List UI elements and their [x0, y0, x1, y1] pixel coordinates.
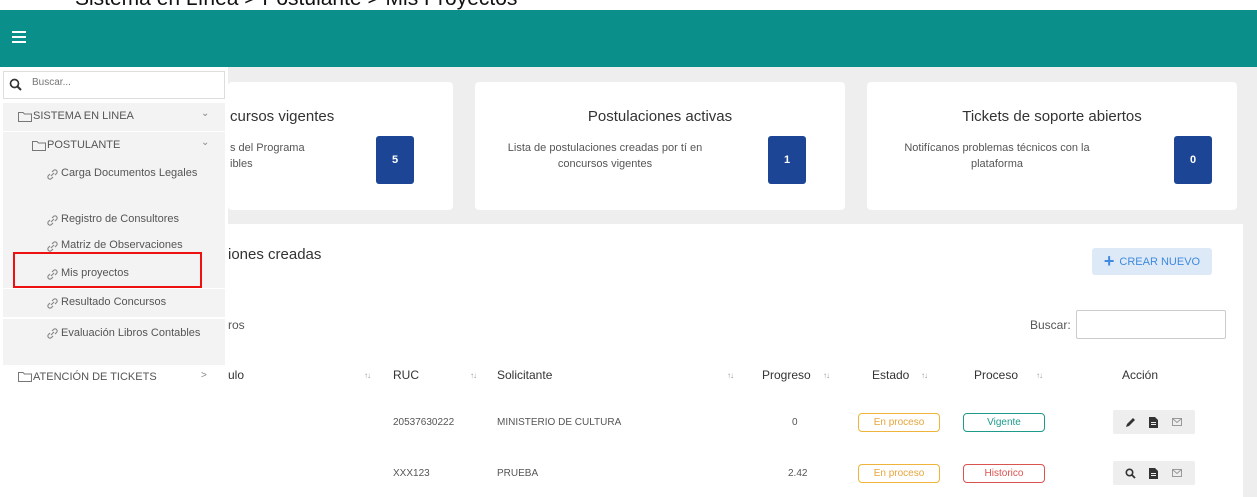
link-icon: [47, 328, 58, 339]
estado-badge: En proceso: [858, 464, 940, 483]
cell-progreso: 0: [792, 417, 798, 428]
folder-icon: [18, 372, 32, 382]
card-title: Postulaciones activas: [587, 108, 733, 125]
row-actions: [1113, 410, 1195, 434]
table-search-label: Buscar:: [1030, 318, 1071, 332]
panel-title: iones creadas: [228, 246, 322, 263]
crear-nuevo-button[interactable]: + CREAR NUEVO: [1092, 248, 1212, 275]
table-search-input[interactable]: [1076, 310, 1226, 339]
proceso-badge: Vigente: [963, 413, 1045, 432]
sidebar-item-registro-consultores[interactable]: Registro de Consultores: [3, 206, 225, 234]
count-badge: 5: [376, 136, 414, 184]
postulaciones-panel: iones creadas + CREAR NUEVO ros Buscar: …: [228, 224, 1243, 497]
column-header-ruc[interactable]: RUC: [393, 368, 419, 382]
sort-icon[interactable]: ↑↓: [921, 371, 928, 380]
sidebar-item-label: Carga Documentos Legales: [61, 167, 198, 179]
row-actions: [1113, 461, 1195, 485]
sort-icon[interactable]: ↑↓: [470, 371, 477, 380]
estado-badge: En proceso: [858, 413, 940, 432]
sidebar-section-sistema-en-linea[interactable]: SISTEMA EN LINEA ⌄: [3, 103, 225, 131]
sidebar-item-resultado-concursos[interactable]: Resultado Concursos: [3, 289, 225, 317]
cell-progreso: 2.42: [788, 468, 808, 479]
sidebar-section-label: SISTEMA EN LINEA: [33, 110, 134, 122]
card-concursos-vigentes: cursos vigentes s del Programa ibles 5: [228, 82, 453, 210]
chevron-down-icon: ⌄: [201, 137, 210, 148]
sidebar-item-evaluacion-libros[interactable]: Evaluación Libros Contables: [3, 319, 225, 365]
search-icon: [9, 78, 22, 91]
sidebar-item-label: Registro de Consultores: [61, 213, 180, 225]
top-bar: [0, 10, 1257, 67]
mail-icon[interactable]: [1170, 415, 1184, 429]
card-postulaciones-activas: Postulaciones activas Lista de postulaci…: [475, 82, 845, 210]
highlight-annotation: [13, 252, 202, 288]
column-header-estado[interactable]: Estado: [872, 368, 909, 382]
registros-label: ros: [228, 318, 245, 332]
card-description: Lista de postulaciones creadas por tí en…: [507, 142, 703, 170]
search-icon[interactable]: [1124, 466, 1138, 480]
card-description: Notifícanos problemas técnicos con la pl…: [904, 142, 1090, 170]
breadcrumb: Sistema en Línea > Postulante > Mis Proy…: [75, 0, 517, 10]
card-description: s del Programa ibles: [230, 142, 305, 170]
sidebar-item-label: Evaluación Libros Contables: [61, 327, 201, 339]
cell-ruc: 20537630222: [393, 417, 455, 428]
card-title: Tickets de soporte abiertos: [962, 108, 1142, 125]
sidebar: SISTEMA EN LINEA ⌄ POSTULANTE ⌄ Carga Do…: [0, 67, 228, 497]
document-icon[interactable]: [1147, 415, 1161, 429]
card-tickets-soporte: Tickets de soporte abiertos Notifícanos …: [867, 82, 1237, 210]
sidebar-section-postulante[interactable]: POSTULANTE ⌄: [3, 132, 225, 160]
column-header-accion: Acción: [1122, 368, 1159, 382]
sort-icon[interactable]: ↑↓: [1036, 371, 1043, 380]
column-header-progreso[interactable]: Progreso: [762, 368, 811, 382]
cell-ruc: XXX123: [393, 468, 430, 479]
count-badge: 0: [1174, 136, 1212, 184]
breadcrumb-caption: Sistema en Línea > Postulante > Mis Proy…: [0, 0, 1257, 10]
document-icon[interactable]: [1147, 466, 1161, 480]
link-icon: [47, 298, 58, 309]
folder-icon: [18, 112, 32, 122]
sidebar-item-label: Matriz de Observaciones: [61, 239, 183, 251]
column-header-titulo[interactable]: ulo: [228, 368, 244, 382]
count-badge: 1: [768, 136, 806, 184]
hamburger-icon[interactable]: [12, 31, 26, 45]
link-icon: [47, 169, 58, 180]
proceso-badge: Historico: [963, 464, 1045, 483]
sidebar-section-label: POSTULANTE: [47, 139, 121, 151]
sidebar-section-label: ATENCIÓN DE TICKETS: [33, 371, 157, 383]
chevron-down-icon: ⌄: [201, 108, 210, 119]
cell-solicitante: PRUEBA: [497, 468, 539, 479]
sort-icon[interactable]: ↑↓: [823, 371, 830, 380]
sidebar-search-input[interactable]: [32, 77, 212, 88]
sort-icon[interactable]: ↑↓: [364, 371, 371, 380]
plus-icon: +: [1103, 251, 1115, 271]
sidebar-section-atencion-tickets[interactable]: ATENCIÓN DE TICKETS >: [3, 363, 225, 391]
chevron-right-icon: >: [201, 370, 207, 381]
link-icon: [47, 215, 58, 226]
sidebar-search[interactable]: [3, 71, 225, 99]
sidebar-item-carga-documentos[interactable]: Carga Documentos Legales: [3, 160, 225, 206]
column-header-proceso[interactable]: Proceso: [974, 368, 1018, 382]
cell-solicitante: MINISTERIO DE CULTURA: [497, 417, 622, 428]
pencil-icon[interactable]: [1124, 415, 1138, 429]
sidebar-item-label: Resultado Concursos: [61, 296, 167, 308]
column-header-solicitante[interactable]: Solicitante: [497, 368, 552, 382]
card-title: cursos vigentes: [230, 108, 335, 125]
folder-icon: [32, 141, 46, 151]
mail-icon[interactable]: [1170, 466, 1184, 480]
main-content: cursos vigentes s del Programa ibles 5 P…: [228, 67, 1257, 497]
sort-icon[interactable]: ↑↓: [727, 371, 734, 380]
